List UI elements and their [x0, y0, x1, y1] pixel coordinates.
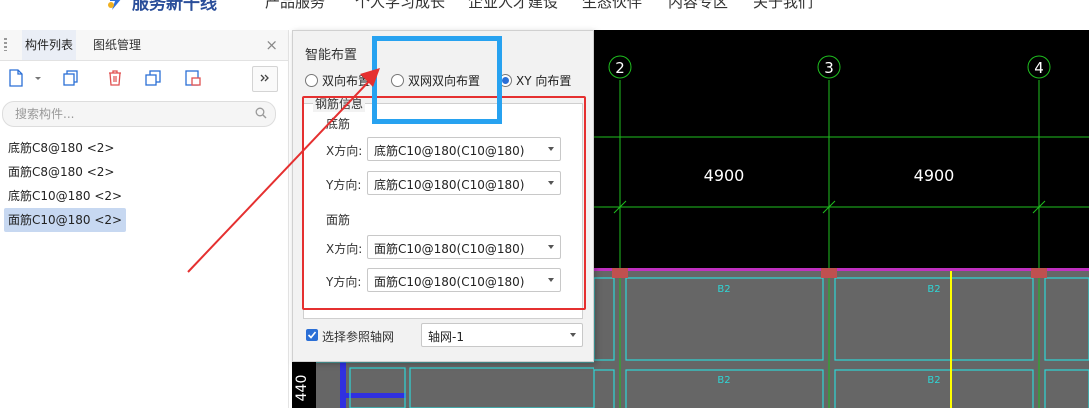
tab-component-list[interactable]: 构件列表	[22, 30, 77, 60]
slab-label: B2	[927, 284, 940, 295]
chevron-down-icon	[570, 333, 576, 337]
component-list-panel: 构件列表 图纸管理 × 搜索构件... 底筋C8@180 <2> 面筋C8@18…	[0, 30, 289, 408]
radio-label: 双向布置	[322, 74, 371, 88]
radio-label: XY 向布置	[516, 74, 572, 88]
dimension-text: 440	[294, 375, 310, 402]
double-chevron-right-icon	[260, 74, 269, 82]
close-icon[interactable]: ×	[265, 36, 278, 54]
dialog-title: 智能布置	[305, 48, 358, 63]
slab-label: B2	[717, 375, 730, 386]
copy-button[interactable]	[58, 66, 84, 90]
expand-toolbar-button[interactable]	[252, 66, 278, 92]
slab-label: B2	[717, 284, 730, 295]
search-icon[interactable]	[255, 107, 267, 119]
nav-item-content[interactable]: 内容专区	[668, 0, 728, 12]
panel-tabbar: 构件列表 图纸管理 ×	[0, 30, 288, 61]
component-list: 底筋C8@180 <2> 面筋C8@180 <2> 底筋C10@180 <2> …	[4, 136, 127, 232]
axis-label: 3	[824, 59, 834, 77]
list-item-selected[interactable]: 面筋C10@180 <2>	[4, 208, 127, 232]
export-button[interactable]	[180, 66, 206, 90]
delete-button[interactable]	[102, 66, 128, 90]
dimension-text: 4900	[914, 166, 955, 185]
ref-axis-select[interactable]: 轴网-1	[421, 323, 583, 347]
panel-toolbar	[0, 64, 288, 94]
nav-item-learning[interactable]: 个人学习成长	[355, 0, 445, 12]
list-item[interactable]: 面筋C8@180 <2>	[4, 160, 126, 184]
duplicate-button[interactable]	[140, 66, 166, 90]
list-item[interactable]: 底筋C10@180 <2>	[4, 184, 126, 208]
ref-axis-checkbox[interactable]	[306, 329, 318, 341]
top-navigation: 服务新干线 产品服务 个人学习成长 企业人才建设 生态伙伴 内容专区 关于我们	[0, 0, 1089, 30]
list-item[interactable]: 底筋C8@180 <2>	[4, 136, 126, 160]
annotation-red-box	[302, 96, 586, 310]
axis-label: 2	[615, 59, 625, 77]
logo-icon	[108, 0, 121, 10]
export-icon	[185, 70, 201, 86]
search-input[interactable]	[13, 106, 247, 122]
axis-label: 4	[1034, 59, 1044, 77]
logo-text[interactable]: 服务新干线	[132, 0, 217, 14]
cad-canvas-strip[interactable]: 440	[292, 360, 594, 408]
annotation-blue-box	[372, 36, 502, 124]
ref-axis-label: 选择参照轴网	[322, 330, 395, 344]
new-file-icon	[9, 69, 41, 87]
tab-drawing-management[interactable]: 图纸管理	[90, 30, 144, 60]
search-box	[2, 101, 276, 127]
drag-handle-icon[interactable]	[4, 38, 7, 51]
drawing-view-strip: 440	[294, 360, 594, 408]
new-component-button[interactable]	[4, 66, 44, 90]
duplicate-icon	[145, 70, 161, 86]
slab-label: B2	[927, 375, 940, 386]
radio-xy-direction[interactable]: XY 向布置	[499, 72, 571, 89]
select-value: 轴网-1	[428, 330, 464, 344]
nav-item-about[interactable]: 关于我们	[753, 0, 813, 12]
nav-item-products[interactable]: 产品服务	[265, 0, 325, 12]
drawing-view: 2 3 4 4900 4900 B2 B2 B2 B2	[594, 55, 1089, 408]
nav-item-ecosystem[interactable]: 生态伙伴	[582, 0, 642, 12]
radio-bidirectional[interactable]: 双向布置	[305, 72, 370, 89]
trash-icon	[109, 70, 121, 86]
dimension-text: 4900	[704, 166, 745, 185]
checkmark-icon	[307, 331, 317, 339]
nav-item-enterprise[interactable]: 企业人才建设	[468, 0, 558, 12]
copy-icon	[63, 70, 78, 86]
radio-unchecked-icon	[305, 74, 318, 87]
cad-canvas[interactable]: 2 3 4 4900 4900 B2 B2 B2 B2	[594, 30, 1089, 408]
